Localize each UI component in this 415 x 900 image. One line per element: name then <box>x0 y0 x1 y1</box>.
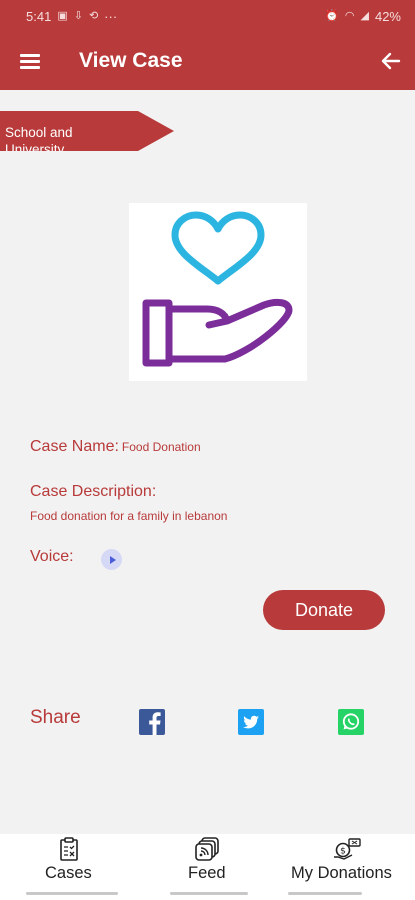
case-name-row: Case Name: Food Donation <box>30 438 201 456</box>
status-time: 5:41 <box>26 8 52 24</box>
facebook-icon <box>149 712 161 735</box>
voice-label: Voice: <box>30 548 74 565</box>
hamburger-menu-icon <box>20 54 40 69</box>
arrow-left-icon <box>381 52 401 70</box>
gallery-icon: ▣ <box>57 9 68 22</box>
whatsapp-icon <box>342 713 360 730</box>
status-left: 5:41 ▣ ⇩ ⟲ ··· <box>26 9 117 24</box>
case-description-value: Food donation for a family in lebanon <box>30 509 228 523</box>
nav-indicator <box>26 892 118 895</box>
feed-icon <box>195 837 219 861</box>
page-title: View Case <box>79 49 183 72</box>
nav-item-my-donations[interactable]: $ My Donations <box>288 834 406 900</box>
case-description-label: Case Description: <box>30 483 157 500</box>
twitter-icon <box>243 715 259 729</box>
share-label: Share <box>30 707 81 728</box>
heart-in-hand-icon <box>142 211 293 367</box>
download-icon: ⇩ <box>73 9 83 22</box>
wifi-icon: ◠ <box>344 9 355 22</box>
category-tag: School and University <box>0 111 176 151</box>
voice-play-button[interactable] <box>101 549 122 570</box>
status-battery: 42% <box>374 8 401 24</box>
alarm-icon: ⏰ <box>325 9 339 22</box>
bottom-navigation: Cases Feed $ My Donations <box>0 834 415 900</box>
nav-label-feed: Feed <box>188 864 226 882</box>
case-name-label: Case Name: <box>30 438 119 455</box>
donation-icon: $ <box>334 838 361 860</box>
twitter-share-button[interactable] <box>238 709 264 735</box>
svg-text:$: $ <box>340 847 346 857</box>
clipboard-icon <box>60 837 78 861</box>
case-name-value: Food Donation <box>121 440 201 454</box>
status-overflow: ··· <box>104 8 118 24</box>
nav-indicator <box>288 892 362 895</box>
nav-label-cases: Cases <box>45 864 92 882</box>
nav-label-my-donations: My Donations <box>291 864 392 882</box>
donate-button[interactable]: Donate <box>263 590 385 630</box>
app-bar: View Case <box>0 32 415 90</box>
nav-item-feed[interactable]: Feed <box>170 834 248 900</box>
status-bar: 5:41 ▣ ⇩ ⟲ ··· ⏰ ◠ ◢ 42% <box>0 0 415 32</box>
play-icon <box>109 555 116 564</box>
category-label: School and University <box>5 125 73 151</box>
facebook-share-button[interactable] <box>139 709 165 735</box>
back-button[interactable] <box>379 49 403 73</box>
whatsapp-share-button[interactable] <box>338 709 364 735</box>
case-image <box>129 203 307 381</box>
nav-indicator <box>170 892 248 895</box>
signal-icon: ◢ <box>360 9 369 22</box>
sync-icon: ⟲ <box>88 9 99 22</box>
status-right: ⏰ ◠ ◢ 42% <box>325 9 401 24</box>
nav-item-cases[interactable]: Cases <box>26 834 118 900</box>
menu-button[interactable] <box>0 32 60 90</box>
